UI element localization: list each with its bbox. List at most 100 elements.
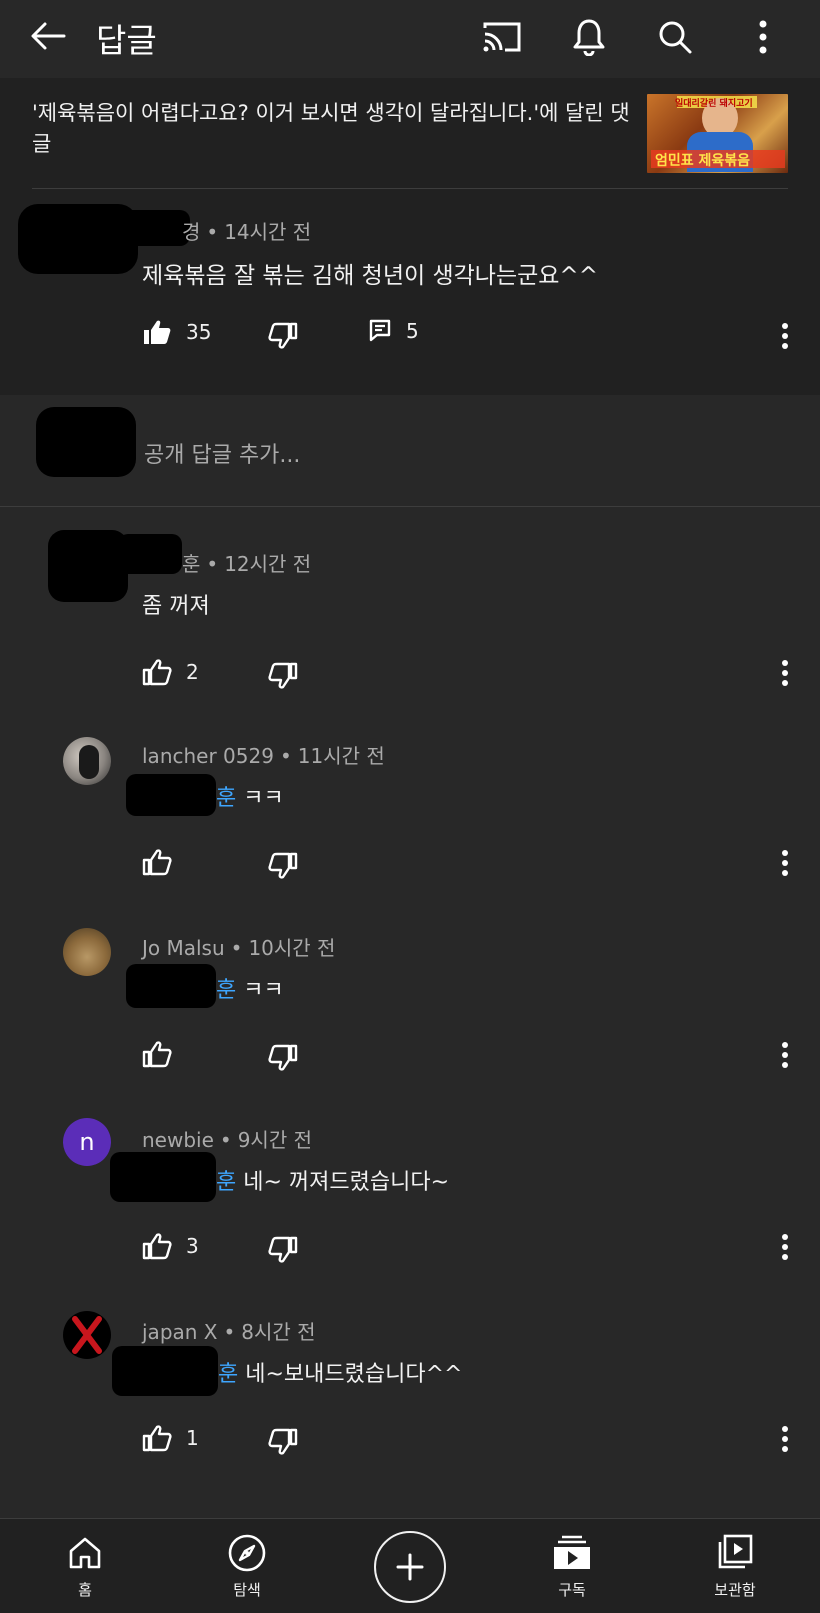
bottom-navigation: 홈 탐색 구독 보관함	[0, 1518, 820, 1613]
comment-meta: japan X • 8시간 전	[142, 1316, 316, 1345]
comment-body: 네~ 꺼져드렸습니다~	[236, 1170, 450, 1195]
author-name[interactable]: Jo Malsu	[142, 936, 225, 960]
nav-explore[interactable]: 탐색	[187, 1519, 307, 1613]
mention[interactable]: 훈	[216, 786, 236, 811]
nav-subscriptions[interactable]: 구독	[512, 1519, 632, 1613]
subscriptions-icon	[554, 1535, 590, 1569]
nav-home[interactable]: 홈	[25, 1519, 145, 1613]
author-name[interactable]: 경	[182, 220, 200, 244]
avatar[interactable]	[63, 928, 111, 976]
redacted-avatar	[36, 407, 136, 477]
comment-body: 네~보내드렸습니다^^	[238, 1362, 463, 1387]
divider	[32, 188, 788, 189]
like-count: 3	[186, 1234, 199, 1258]
video-thumbnail[interactable]: 일대리갈린 돼지고기 엄민표 제육볶음	[647, 94, 788, 173]
nav-library[interactable]: 보관함	[675, 1519, 795, 1613]
like-button[interactable]: 3	[142, 1232, 199, 1260]
timestamp: 9시간 전	[237, 1128, 312, 1152]
timestamp: 8시간 전	[241, 1320, 316, 1344]
mention[interactable]: 훈	[216, 1170, 236, 1195]
more-vertical-icon	[782, 1426, 788, 1452]
search-button[interactable]	[652, 14, 698, 60]
thumbs-down-icon	[268, 1236, 298, 1263]
comment-more-button[interactable]	[770, 1421, 800, 1457]
redacted-name	[112, 1346, 218, 1396]
thumbs-down-icon	[268, 1428, 298, 1455]
search-icon	[659, 21, 692, 54]
dislike-button[interactable]	[268, 322, 298, 350]
reply-count-button[interactable]: 5	[368, 318, 419, 344]
dislike-button[interactable]	[268, 662, 298, 690]
thumbs-down-icon	[268, 1044, 298, 1071]
dislike-button[interactable]	[268, 1236, 298, 1264]
more-vertical-icon	[782, 850, 788, 876]
more-vertical-icon	[782, 1042, 788, 1068]
comment-more-button[interactable]	[770, 655, 800, 691]
dislike-button[interactable]	[268, 1428, 298, 1456]
avatar[interactable]: n	[63, 1118, 111, 1166]
nav-explore-label: 탐색	[233, 1581, 261, 1599]
timestamp: 14시간 전	[224, 220, 312, 244]
timestamp: 12시간 전	[224, 552, 312, 576]
comment-icon	[369, 319, 391, 342]
like-button[interactable]: 2	[142, 658, 199, 686]
back-arrow-icon	[31, 22, 66, 50]
divider	[0, 506, 820, 507]
nav-subscriptions-label: 구독	[558, 1581, 586, 1599]
avatar-figure	[79, 745, 99, 779]
timestamp: 11시간 전	[297, 744, 385, 768]
like-button[interactable]: 35	[142, 318, 211, 346]
comment-body: ㅋㅋ	[236, 978, 284, 1003]
like-button[interactable]: 1	[142, 1424, 199, 1452]
nav-library-label: 보관함	[714, 1581, 756, 1599]
more-vertical-icon	[782, 660, 788, 686]
back-button[interactable]	[26, 14, 70, 58]
author-name[interactable]: 훈	[182, 552, 200, 576]
plus-icon	[396, 1553, 424, 1581]
notifications-button[interactable]	[566, 14, 612, 60]
home-icon	[69, 1537, 101, 1569]
cast-button[interactable]	[479, 14, 525, 60]
comment-text: 좀 꺼져	[142, 594, 210, 619]
comment-more-button[interactable]	[770, 318, 800, 354]
redacted-name	[118, 534, 182, 574]
redacted-name	[110, 1152, 216, 1202]
reply-count: 5	[406, 319, 419, 343]
dislike-button[interactable]	[268, 1044, 298, 1072]
top-app-bar: 답글	[0, 0, 820, 78]
comment-more-button[interactable]	[770, 845, 800, 881]
avatar[interactable]	[63, 1311, 111, 1359]
parent-comment: 경 • 14시간 전 제육볶음 잘 볶는 김해 청년이 생각나는군요^^ 35 5	[0, 188, 820, 395]
like-button[interactable]	[142, 1040, 172, 1068]
separator-dot: •	[223, 1320, 236, 1344]
like-count: 1	[186, 1426, 199, 1450]
mention[interactable]: 훈	[216, 978, 236, 1003]
timestamp: 10시간 전	[248, 936, 336, 960]
more-vertical-icon	[782, 323, 788, 349]
avatar[interactable]	[63, 737, 111, 785]
library-icon	[718, 1534, 753, 1569]
comment-text: 훈 ㅋㅋ	[216, 972, 284, 1004]
author-name[interactable]: newbie	[142, 1128, 214, 1152]
add-reply-row[interactable]: 공개 답글 추가...	[0, 395, 820, 507]
comment-more-button[interactable]	[770, 1229, 800, 1265]
add-reply-input[interactable]: 공개 답글 추가...	[144, 437, 300, 469]
redacted-name	[126, 964, 216, 1008]
author-name[interactable]: lancher 0529	[142, 744, 274, 768]
compass-icon	[228, 1534, 266, 1572]
author-name[interactable]: japan X	[142, 1320, 218, 1344]
comment-more-button[interactable]	[770, 1037, 800, 1073]
mention[interactable]: 훈	[218, 1362, 238, 1387]
like-button[interactable]	[142, 848, 172, 876]
page-title: 답글	[96, 21, 157, 60]
thumbnail-text: 엄민표 제육볶음	[655, 153, 751, 169]
avatar-letter: n	[79, 1128, 95, 1156]
separator-dot: •	[230, 936, 243, 960]
dislike-button[interactable]	[268, 852, 298, 880]
comment-meta: 훈 • 12시간 전	[182, 548, 311, 577]
create-button[interactable]	[374, 1531, 446, 1603]
video-reference[interactable]: '제육볶음이 어렵다고요? 이거 보시면 생각이 달라집니다.'에 달린 댓글 …	[0, 78, 820, 188]
more-options-button[interactable]	[740, 14, 786, 60]
comment-text: 훈 네~보내드렸습니다^^	[218, 1356, 462, 1388]
comment-meta: newbie • 9시간 전	[142, 1124, 312, 1153]
